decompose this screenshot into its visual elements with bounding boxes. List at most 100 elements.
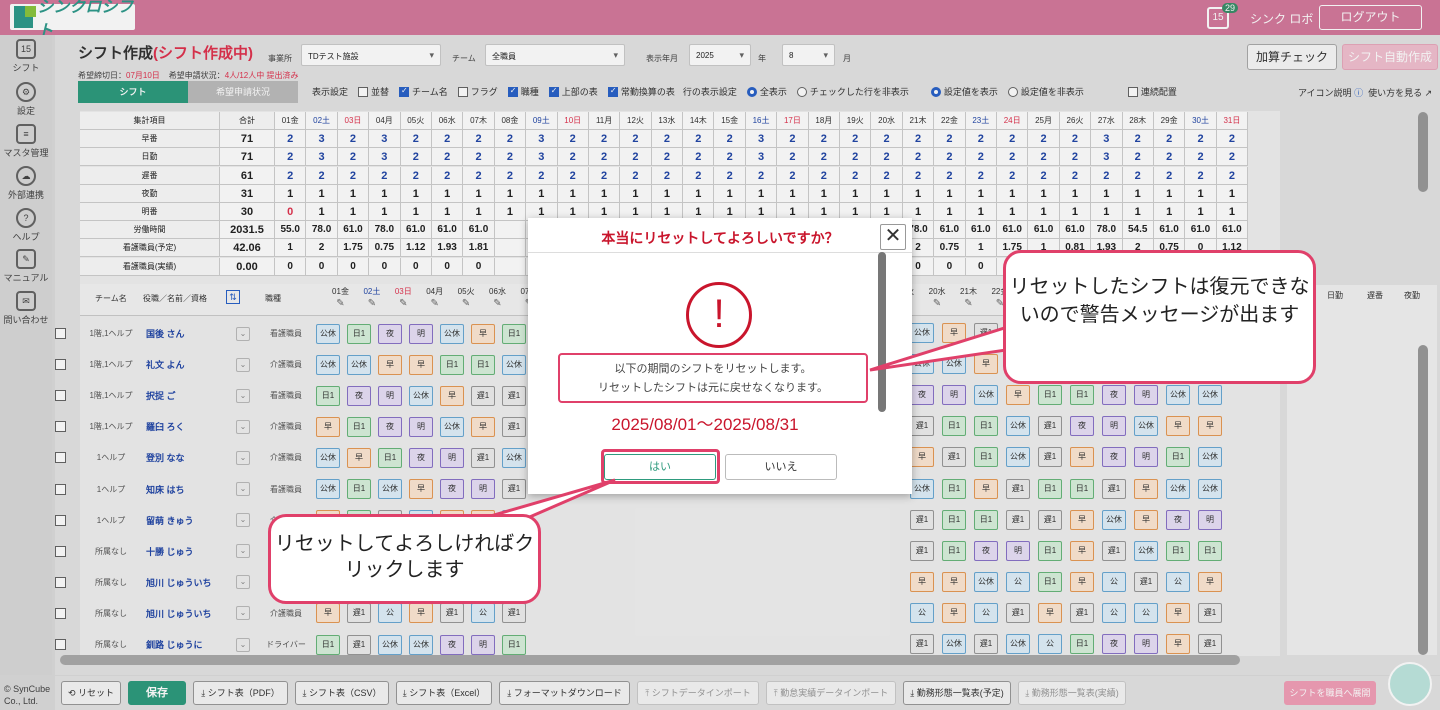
shift-cell[interactable]: 早 (1198, 416, 1222, 437)
edit-icon[interactable]: ✎ (419, 298, 450, 309)
shift-cell[interactable]: 公 (1038, 634, 1062, 654)
shift-cell[interactable]: 明 (942, 385, 966, 406)
shift-cell[interactable]: 遅1 (502, 603, 526, 624)
pdf-button[interactable]: ⤓ シフト表（PDF） (193, 681, 288, 705)
hide-values-radio[interactable] (1007, 86, 1018, 97)
sidebar-item-contact[interactable]: ✉ 問い合わせ (0, 291, 52, 326)
shift-cell[interactable]: 公休 (910, 478, 934, 499)
shift-cell[interactable]: 日1 (942, 540, 966, 561)
shift-cell[interactable]: 日1 (1198, 540, 1222, 561)
shift-cell[interactable]: 明 (1102, 416, 1126, 437)
shift-cell[interactable]: 早 (942, 571, 966, 592)
shift-cell[interactable]: 遅1 (1038, 447, 1062, 468)
row-checkbox[interactable] (55, 328, 66, 339)
shift-cell[interactable]: 公休 (378, 634, 402, 655)
edit-icon[interactable]: ✎ (356, 298, 387, 309)
staff-name[interactable]: 旭川 じゅういち (146, 607, 236, 620)
shift-cell[interactable]: 日1 (974, 416, 998, 437)
flag-checkbox[interactable] (457, 86, 468, 97)
top-table-checkbox[interactable] (548, 86, 559, 97)
show-values-radio[interactable] (930, 86, 941, 97)
shift-cell[interactable]: 公休 (942, 354, 966, 375)
show-all-radio[interactable] (746, 86, 757, 97)
sidebar-item-master[interactable]: ≡ マスタ管理 (0, 124, 52, 159)
shift-cell[interactable]: 早 (1166, 602, 1190, 623)
shift-cell[interactable]: 明 (1134, 385, 1158, 406)
shift-cell[interactable]: 明 (409, 323, 433, 344)
schedule-list-button[interactable]: ⤓ 勤務形態一覧表(予定) (903, 681, 1011, 705)
shift-cell[interactable]: 公 (1134, 602, 1158, 623)
shift-cell[interactable]: 公休 (1006, 416, 1030, 437)
shift-cell[interactable]: 遅1 (1198, 602, 1222, 623)
shift-cell[interactable]: 明 (1198, 509, 1222, 530)
actual-list-button[interactable]: ⤓ 勤務形態一覧表(実績) (1018, 681, 1126, 705)
hide-checked-radio[interactable] (796, 86, 807, 97)
shift-cell[interactable]: 早 (1166, 634, 1190, 654)
shift-cell[interactable]: 夜 (440, 634, 464, 655)
chatbot-icon[interactable] (1388, 662, 1432, 706)
shift-cell[interactable]: 早 (471, 323, 495, 344)
shift-cell[interactable]: 夜 (974, 540, 998, 561)
staff-name[interactable]: 登別 なな (146, 451, 236, 464)
staff-name[interactable]: 択捉 ご (146, 389, 236, 402)
staff-name[interactable]: 礼文 よん (146, 358, 236, 371)
shift-cell[interactable]: 日1 (471, 354, 495, 375)
shift-cell[interactable]: 遅1 (942, 447, 966, 468)
row-checkbox[interactable] (55, 639, 66, 650)
shift-cell[interactable]: 公休 (910, 354, 934, 375)
shift-cell[interactable]: 公 (1006, 571, 1030, 592)
chevron-down-icon[interactable]: ⌄ (236, 606, 250, 621)
shift-cell[interactable]: 日1 (1166, 540, 1190, 561)
row-checkbox[interactable] (55, 545, 66, 557)
format-download-button[interactable]: ⤓ フォーマットダウンロード (499, 681, 630, 705)
shift-cell[interactable]: 公休 (502, 447, 526, 468)
row-checkbox[interactable] (55, 514, 66, 526)
shift-cell[interactable]: 早 (1006, 385, 1030, 406)
shift-cell[interactable]: 早 (1070, 509, 1094, 530)
shift-cell[interactable]: 早 (471, 416, 495, 437)
shift-cell[interactable]: 明 (1006, 540, 1030, 561)
shift-cell[interactable]: 日1 (440, 354, 464, 375)
shift-cell[interactable]: 日1 (942, 509, 966, 530)
shift-import-button[interactable]: ⤒ シフトデータインポート (637, 681, 759, 705)
shift-cell[interactable]: 遅1 (1134, 571, 1158, 592)
shift-cell[interactable]: 早 (1134, 478, 1158, 499)
shift-cell[interactable]: 遅1 (1006, 478, 1030, 499)
shift-cell[interactable]: 公休 (974, 385, 998, 406)
shift-cell[interactable]: 日1 (502, 323, 526, 344)
shift-cell[interactable]: 早 (1166, 416, 1190, 437)
shift-cell[interactable]: 遅1 (502, 416, 526, 437)
shift-cell[interactable]: 明 (409, 416, 433, 437)
shift-cell[interactable]: 早 (974, 478, 998, 499)
sidebar-item-settings[interactable]: ⚙ 設定 (0, 82, 52, 117)
chevron-down-icon[interactable]: ⌄ (236, 575, 250, 590)
chevron-down-icon[interactable]: ⌄ (236, 482, 250, 496)
year-select[interactable]: 2025 (689, 44, 751, 66)
shift-cell[interactable]: 公休 (942, 634, 966, 654)
shift-cell[interactable]: 公休 (316, 479, 340, 499)
shift-cell[interactable]: 早 (1070, 571, 1094, 592)
shift-cell[interactable]: 遅1 (347, 603, 371, 624)
shift-cell[interactable]: 日1 (942, 478, 966, 499)
shift-cell[interactable]: 公 (910, 602, 934, 623)
fte-checkbox[interactable] (607, 86, 618, 97)
shift-cell[interactable]: 遅1 (471, 447, 495, 468)
shift-cell[interactable]: 公休 (1198, 478, 1222, 499)
shift-cell[interactable]: 早 (1038, 602, 1062, 623)
shift-cell[interactable]: 遅1 (1006, 509, 1030, 530)
shift-cell[interactable]: 夜 (910, 385, 934, 406)
shift-cell[interactable]: 日1 (316, 385, 340, 406)
shift-cell[interactable]: 公 (471, 603, 495, 624)
shift-cell[interactable]: 日1 (1038, 478, 1062, 499)
shift-cell[interactable]: 日1 (942, 416, 966, 437)
shift-cell[interactable]: 遅1 (1102, 540, 1126, 561)
shift-cell[interactable]: 日1 (502, 634, 526, 655)
shift-cell[interactable]: 公休 (409, 634, 433, 655)
shift-cell[interactable]: 早 (409, 603, 433, 624)
shift-cell[interactable]: 公休 (409, 385, 433, 406)
chevron-down-icon[interactable]: ⌄ (236, 357, 250, 372)
sidebar-item-manual[interactable]: ✎ マニュアル (0, 249, 52, 284)
shift-cell[interactable]: 早 (409, 479, 433, 499)
chevron-down-icon[interactable]: ⌄ (236, 388, 250, 403)
excel-button[interactable]: ⤓ シフト表（Excel） (396, 681, 492, 705)
